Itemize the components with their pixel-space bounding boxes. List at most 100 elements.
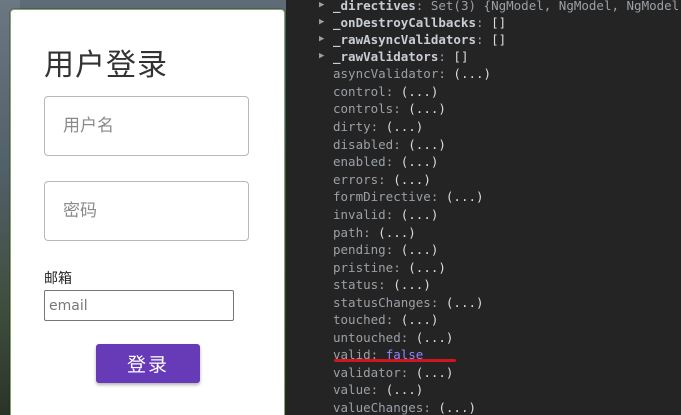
property-value[interactable]: (...) [416,330,454,345]
property-value[interactable]: (...) [393,277,431,292]
expand-arrow-icon[interactable]: ▶ [319,31,324,48]
property-separator: : [370,382,386,397]
property-value[interactable]: (...) [408,260,446,275]
property-value[interactable]: (...) [386,382,424,397]
property-separator: : [430,189,446,204]
property-key: touched [333,312,386,327]
property-value[interactable]: (...) [401,312,439,327]
highlight-underline [334,359,456,362]
property-value[interactable]: (...) [416,365,454,380]
property-row-dirty: dirty: (...) [333,118,423,135]
property-separator: : [385,312,401,327]
property-row-enabled: enabled: (...) [333,153,438,170]
property-key: control [333,84,386,99]
property-row-path: path: (...) [333,224,416,241]
login-button[interactable]: 登录 [96,344,200,383]
property-key: untouched [333,330,401,345]
property-value[interactable]: (...) [401,84,439,99]
property-value[interactable]: (...) [401,207,439,222]
property-key: _rawValidators [333,49,439,64]
property-key: _onDestroyCallbacks [333,15,476,30]
property-separator: : [415,0,431,13]
property-row-touched: touched: (...) [333,311,438,328]
property-key: value [333,382,371,397]
property-separator: : [393,260,409,275]
property-value: [] [453,49,469,64]
property-row-disabled: disabled: (...) [333,136,446,153]
expand-arrow-icon[interactable]: ▶ [319,14,324,31]
property-value[interactable]: (...) [401,154,439,169]
login-card: 用户登录 邮箱 登录 [10,9,285,415]
property-key: dirty [333,119,371,134]
property-key: asyncValidator [333,66,439,81]
username-input[interactable] [61,115,232,137]
property-key: controls [333,101,394,116]
property-separator: : [385,154,401,169]
property-separator: : [385,242,401,257]
property-key: _rawAsyncValidators [333,32,476,47]
expand-arrow-icon[interactable]: ▶ [319,0,324,14]
property-value[interactable]: (...) [386,119,424,134]
property-value[interactable]: (...) [393,172,431,187]
property-row-status: status: (...) [333,276,431,293]
email-input[interactable] [44,290,234,321]
property-separator: : [438,66,454,81]
property-row-controls: controls: (...) [333,100,446,117]
username-field[interactable] [44,96,249,156]
property-key: validator [333,365,401,380]
password-field[interactable] [44,181,249,241]
property-separator: : [393,101,409,116]
login-title: 用户登录 [44,48,168,83]
property-value: Set(3) {NgModel, NgModel, NgModel [430,0,680,13]
property-key: errors [333,172,379,187]
property-row-pending: pending: (...) [333,241,438,258]
property-separator: : [476,32,492,47]
property-separator: : [378,172,394,187]
property-row-validator: validator: (...) [333,364,453,381]
property-separator: : [370,119,386,134]
property-row-on-destroy-callbacks[interactable]: ▶ _onDestroyCallbacks: [] [319,14,506,31]
property-value[interactable]: (...) [401,242,439,257]
property-value[interactable]: (...) [446,295,484,310]
devtools-panel: ▶ _directives: Set(3) {NgModel, NgModel, … [286,0,681,415]
property-key: formDirective [333,189,431,204]
property-key: statusChanges [333,295,431,310]
property-row-untouched: untouched: (...) [333,329,453,346]
property-value[interactable]: (...) [446,189,484,204]
property-row-raw-async-validators[interactable]: ▶ _rawAsyncValidators: [] [319,31,507,48]
property-key: enabled [333,154,386,169]
property-separator: : [476,15,492,30]
property-row-errors: errors: (...) [333,171,431,188]
property-separator: : [378,277,394,292]
property-row-raw-validators[interactable]: ▶ _rawValidators: [] [319,48,469,65]
property-separator: : [393,137,409,152]
property-separator: : [385,84,401,99]
property-row-directives[interactable]: ▶ _directives: Set(3) {NgModel, NgModel, … [319,0,680,14]
property-row-status-changes: statusChanges: (...) [333,294,484,311]
property-key: pristine [333,260,394,275]
property-key: path [333,225,364,240]
property-value[interactable]: (...) [408,101,446,116]
property-key: _directives [333,0,416,13]
property-row-control: control: (...) [333,83,438,100]
property-row-form-directive: formDirective: (...) [333,188,484,205]
property-separator: : [423,400,439,415]
property-separator: : [363,225,379,240]
property-separator: : [400,365,416,380]
property-row-invalid: invalid: (...) [333,206,438,223]
property-value[interactable]: (...) [378,225,416,240]
expand-arrow-icon[interactable]: ▶ [319,48,324,65]
email-label: 邮箱 [44,271,72,287]
property-value[interactable]: (...) [453,66,491,81]
property-separator: : [385,207,401,222]
property-value[interactable]: (...) [408,137,446,152]
property-value: [] [491,32,507,47]
property-separator: : [400,330,416,345]
password-input[interactable] [61,200,232,222]
property-row-value: value: (...) [333,381,423,398]
property-separator: : [438,49,454,64]
property-key: valueChanges [333,400,424,415]
property-value[interactable]: (...) [438,400,476,415]
property-key: status [333,277,379,292]
property-key: invalid [333,207,386,222]
